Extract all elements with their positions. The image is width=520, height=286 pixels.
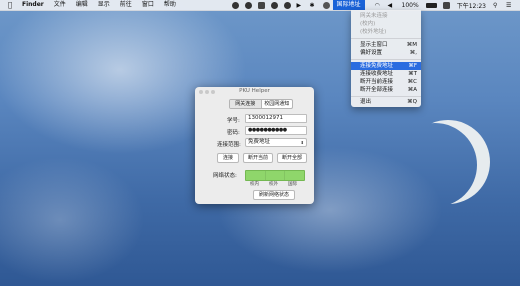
qq-icon[interactable] — [244, 1, 252, 9]
battery-icon[interactable] — [425, 2, 437, 8]
tab-gateway-connect[interactable]: 网关连接 — [230, 100, 262, 108]
cloud-icon[interactable] — [270, 1, 278, 9]
status-divider — [265, 171, 266, 180]
connect-range-select[interactable]: 免费地址 ⬍ — [245, 138, 307, 147]
menu-item-connect-paid[interactable]: 连接收费地址 ⌘T — [351, 70, 421, 78]
settings-icon[interactable] — [283, 1, 291, 9]
menu-item-connect-free[interactable]: 连接免费地址 ⌘F — [351, 62, 421, 70]
connect-range-value: 免费地址 — [248, 139, 271, 145]
menu-separator — [351, 38, 421, 39]
notification-list-icon[interactable]: ☰ — [506, 2, 513, 9]
status-sublabel-international: 国际 — [288, 182, 297, 187]
menu-item-quit[interactable]: 退出 ⌘Q — [351, 98, 421, 106]
menu-bar-clock[interactable]: 下午12:23 — [457, 1, 486, 10]
password-label: 密码: — [227, 130, 240, 136]
menu-item-offcampus: (校外地址) — [360, 29, 387, 35]
window-title: PKU Helper — [239, 88, 270, 94]
status-sublabel-campus: 校内 — [250, 182, 259, 187]
crescent-moon — [406, 120, 490, 204]
connect-button[interactable]: 连接 — [217, 153, 239, 163]
input-method-icon[interactable] — [442, 1, 450, 9]
apple-logo-icon[interactable]:  — [3, 1, 17, 9]
tab-bar: 网关连接 校园网通知 — [229, 99, 293, 109]
student-id-label: 学号: — [227, 118, 240, 124]
network-status-bar — [245, 170, 305, 181]
tab-campus-notices[interactable]: 校园网通知 — [262, 100, 293, 108]
menu-edit[interactable]: 编辑 — [71, 0, 93, 10]
menu-separator — [351, 59, 421, 60]
status-divider — [284, 171, 285, 180]
pku-helper-menu-item[interactable]: 国际地址 — [332, 0, 365, 10]
menu-window[interactable]: 窗口 — [137, 0, 159, 10]
menu-item-campus: (校内) — [360, 21, 376, 27]
connect-range-label: 连接范围: — [217, 142, 241, 148]
disconnect-all-button[interactable]: 断开全部 — [277, 153, 307, 163]
menu-file[interactable]: 文件 — [49, 0, 71, 10]
wifi-icon[interactable]: ◠ — [375, 2, 382, 9]
bluetooth-icon[interactable]: ✱ — [310, 2, 317, 9]
menu-finder[interactable]: Finder — [17, 0, 49, 10]
menu-item-disconnect-current[interactable]: 断开当前连接 ⌘C — [351, 78, 421, 86]
menu-bar-extras: ▶ ✱ 国际地址 ◠ ◀ 100% 下午12:23 ⚲ ☰ — [229, 0, 516, 10]
status-menu-dropdown: 网关未连接 (校内) (校外地址) 显示主窗口 ⌘M 偏好设置 ⌘, 连接免费地址 ⌘… — [351, 10, 421, 107]
password-field[interactable]: ●●●●●●●●●● — [245, 126, 307, 135]
battery-percent: 100% — [401, 1, 419, 9]
pku-helper-window: PKU Helper 网关连接 校园网通知 学号: 1300012971 密码:… — [195, 87, 314, 204]
user-icon[interactable] — [322, 1, 330, 9]
network-status-label: 网络状态: — [213, 173, 237, 179]
status-sublabel-offcampus: 校外 — [269, 182, 278, 187]
search-icon[interactable]: ⚲ — [493, 2, 500, 9]
refresh-status-button[interactable]: 刷新网络状态 — [253, 190, 295, 200]
play-icon[interactable]: ▶ — [297, 2, 304, 9]
menu-help[interactable]: 帮助 — [159, 0, 181, 10]
student-id-field[interactable]: 1300012971 — [245, 114, 307, 123]
menu-separator — [351, 96, 421, 97]
menu-item-preferences[interactable]: 偏好设置 ⌘, — [351, 49, 421, 57]
menu-item-show-main-window[interactable]: 显示主窗口 ⌘M — [351, 41, 421, 49]
disconnect-current-button[interactable]: 断开当前 — [243, 153, 273, 163]
menu-view[interactable]: 显示 — [93, 0, 115, 10]
menu-bar:  Finder 文件 编辑 显示 前往 窗口 帮助 ▶ ✱ 国际地址 ◠ ◀ … — [0, 0, 520, 11]
wechat-icon[interactable] — [231, 1, 239, 9]
menu-item-gateway-status: 网关未连接 — [360, 13, 388, 19]
volume-icon[interactable]: ◀ — [388, 2, 395, 9]
chevron-updown-icon: ⬍ — [300, 140, 304, 145]
chat-icon[interactable] — [257, 1, 265, 9]
menu-item-disconnect-all[interactable]: 断开全部连接 ⌘A — [351, 86, 421, 94]
menu-go[interactable]: 前往 — [115, 0, 137, 10]
